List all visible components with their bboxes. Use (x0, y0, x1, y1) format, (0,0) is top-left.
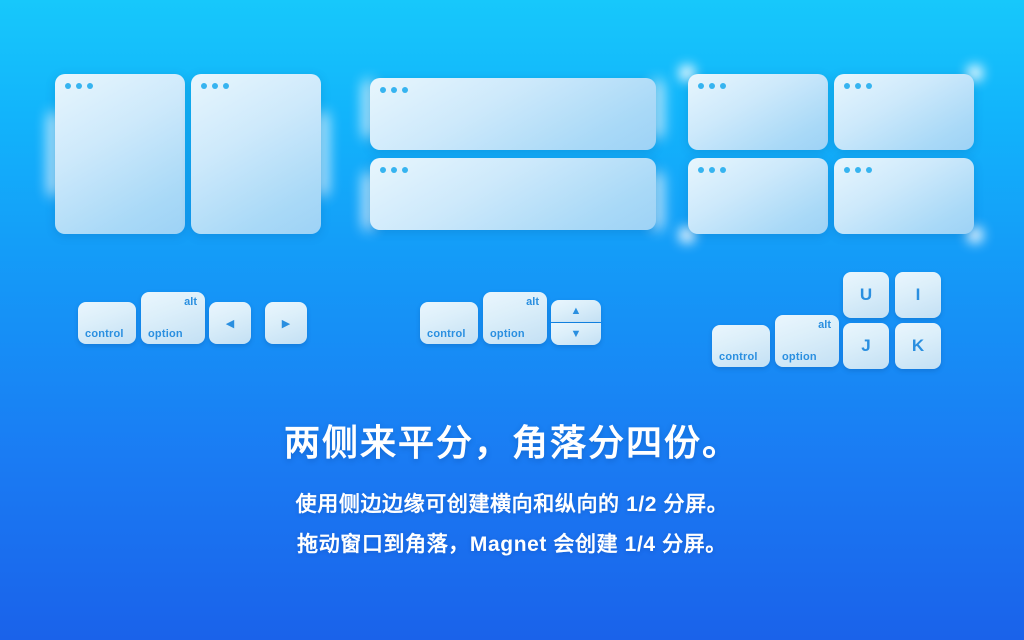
key-label-alt: alt (818, 319, 831, 331)
headline: 两侧来平分，角落分四份。 (283, 422, 740, 463)
key-label-j: J (861, 336, 871, 355)
traffic-lights (65, 83, 93, 89)
key-label-u: U (859, 285, 873, 304)
arrow-left-icon: ◀ (225, 317, 235, 330)
subtitle-line-2: 拖动窗口到角落，Magnet 会创建 1/4 分屏。 (297, 533, 727, 556)
arrow-up-icon: ▲ (570, 305, 582, 317)
key-label-control: control (719, 351, 758, 363)
traffic-lights (844, 83, 872, 89)
shortcut-vertical-halves: control alt option ◀ ▶ (78, 292, 313, 354)
key-arrow-up[interactable]: ▲ (551, 300, 601, 322)
traffic-lights (201, 83, 229, 89)
key-i[interactable]: I (895, 272, 941, 318)
key-label-control: control (85, 328, 124, 340)
key-label-option: option (782, 351, 817, 363)
key-control[interactable]: control (712, 325, 770, 367)
key-arrow-right[interactable]: ▶ (265, 302, 307, 344)
key-label-option: option (490, 328, 525, 340)
window-group-quarters (679, 65, 983, 243)
key-control[interactable]: control (420, 302, 478, 344)
traffic-lights (698, 167, 726, 173)
illustration-stage: control alt option ◀ ▶ control alt optio… (0, 0, 1024, 640)
window-top-half[interactable] (370, 78, 656, 150)
shortcut-quarters: control alt option U I J K (712, 272, 947, 377)
arrow-down-icon: ▼ (570, 328, 582, 340)
key-option[interactable]: alt option (141, 292, 205, 344)
window-top-right-quarter[interactable] (834, 74, 974, 150)
window-bottom-left-quarter[interactable] (688, 158, 828, 234)
traffic-lights (380, 167, 408, 173)
key-option[interactable]: alt option (483, 292, 547, 344)
traffic-lights (698, 83, 726, 89)
window-right-half[interactable] (191, 74, 321, 234)
key-label-alt: alt (184, 296, 197, 308)
key-label-alt: alt (526, 296, 539, 308)
key-option[interactable]: alt option (775, 315, 839, 367)
window-top-left-quarter[interactable] (688, 74, 828, 150)
key-label-control: control (427, 328, 466, 340)
window-group-vertical-halves (49, 74, 327, 234)
key-label-k: K (911, 336, 925, 355)
window-left-half[interactable] (55, 74, 185, 234)
key-k[interactable]: K (895, 323, 941, 369)
traffic-lights (380, 87, 408, 93)
window-bottom-right-quarter[interactable] (834, 158, 974, 234)
arrow-right-icon: ▶ (281, 317, 291, 330)
key-arrow-down[interactable]: ▼ (551, 323, 601, 345)
key-control[interactable]: control (78, 302, 136, 344)
key-u[interactable]: U (843, 272, 889, 318)
key-label-option: option (148, 328, 183, 340)
key-j[interactable]: J (843, 323, 889, 369)
window-bottom-half[interactable] (370, 158, 656, 230)
window-group-horizontal-halves (364, 78, 662, 230)
key-label-i: I (915, 285, 921, 304)
shortcut-horizontal-halves: control alt option ▲ ▼ (420, 292, 605, 354)
subtitle-line-1: 使用侧边边缘可创建横向和纵向的 1/2 分屏。 (295, 493, 729, 516)
traffic-lights (844, 167, 872, 173)
key-arrow-left[interactable]: ◀ (209, 302, 251, 344)
